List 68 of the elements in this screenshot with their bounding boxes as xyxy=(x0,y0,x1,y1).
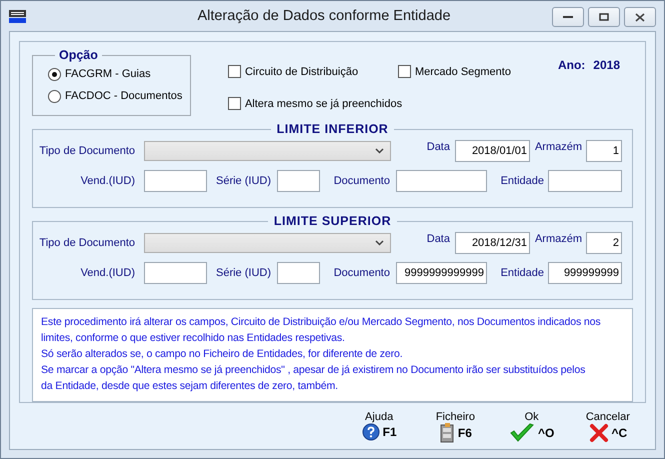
shortcut-key: ^O xyxy=(538,426,554,440)
field-label: Armazém xyxy=(534,141,582,153)
help-icon xyxy=(362,423,380,441)
info-text: da Entidade, desde que estes sejam diferentes de zero, também. xyxy=(41,379,338,393)
field-label: Vend.(IUD) xyxy=(80,267,135,279)
field-label: Tipo de Documento xyxy=(38,145,135,157)
warehouse-field[interactable]: 2 xyxy=(586,232,622,254)
group-title: LIMITE SUPERIOR xyxy=(272,214,392,228)
field-label: Armazém xyxy=(534,233,582,245)
info-text: limites, conforme o que estiver recolhido nas Entidades respetivas. xyxy=(41,331,345,345)
year-value: 2018 xyxy=(593,58,620,72)
radio-option[interactable]: FACDOC - Documentos xyxy=(48,88,190,104)
window-title: Alteração de Dados conforme Entidade xyxy=(196,8,452,24)
button-label: Cancelar xyxy=(586,411,630,423)
toolbar-button[interactable]: Cancelar ^C xyxy=(570,411,646,443)
shortcut-key: F1 xyxy=(382,425,397,439)
button-label: Ajuda xyxy=(365,411,394,423)
maximize-icon xyxy=(599,13,609,21)
info-text: Este procedimento irá alterar os campos, Circuito de Distribuição e/ou Mercado Segmento, nos Documentos indicados nos xyxy=(41,315,601,329)
field-label: Vend.(IUD) xyxy=(80,175,135,187)
checkbox-option[interactable]: Circuito de Distribuição xyxy=(228,64,398,79)
date-field[interactable]: 2018/12/31 xyxy=(455,232,530,254)
group-title: Opção xyxy=(58,48,99,62)
group-title: LIMITE INFERIOR xyxy=(276,122,390,136)
check-icon xyxy=(508,423,535,443)
field-label: Série (IUD) xyxy=(214,175,271,187)
input-field[interactable] xyxy=(277,262,320,284)
input-field[interactable] xyxy=(396,170,487,192)
date-field[interactable]: 2018/01/01 xyxy=(455,140,530,162)
toolbar-button[interactable]: Ok ^O xyxy=(494,411,570,443)
shortcut-key: ^C xyxy=(612,426,628,440)
input-field[interactable] xyxy=(277,170,320,192)
input-field[interactable] xyxy=(144,262,207,284)
close-icon xyxy=(588,423,609,443)
document-type-select[interactable] xyxy=(144,233,391,253)
app-icon xyxy=(9,10,26,22)
toolbar-button[interactable]: Ficheiro F6 xyxy=(417,411,494,443)
field-label: Data xyxy=(426,141,450,153)
field-label: Documento xyxy=(332,267,390,279)
field-label: Data xyxy=(426,233,450,245)
button-label: Ficheiro xyxy=(436,411,475,423)
cabinet-icon xyxy=(438,423,455,443)
minimize-icon xyxy=(563,15,573,19)
warehouse-field[interactable]: 1 xyxy=(586,140,622,162)
field-label: Tipo de Documento xyxy=(38,237,135,249)
year-label: Ano: xyxy=(558,58,586,72)
field-label: Documento xyxy=(332,175,390,187)
document-type-select[interactable] xyxy=(144,141,391,161)
info-text: Se marcar a opção "Altera mesmo se já preenchidos" , apesar de já existirem no Documento irão ser substituídos pelos xyxy=(41,363,586,377)
close-icon xyxy=(635,12,645,22)
field-label: Entidade xyxy=(500,175,544,187)
shortcut-key: F6 xyxy=(458,426,472,440)
input-field[interactable]: 999999999 xyxy=(548,262,622,284)
toolbar-button[interactable]: Ajuda F1 xyxy=(341,411,418,443)
button-label: Ok xyxy=(524,411,539,423)
chevron-down-icon xyxy=(375,240,384,246)
input-field[interactable]: 9999999999999 xyxy=(396,262,487,284)
checkbox-option[interactable]: Mercado Segmento xyxy=(398,64,558,79)
input-field[interactable] xyxy=(548,170,622,192)
field-label: Entidade xyxy=(500,267,544,279)
info-text: Só serão alterados se, o campo no Ficheiro de Entidades, for diferente de zero. xyxy=(41,347,403,361)
input-field[interactable] xyxy=(144,170,207,192)
maximize-button[interactable] xyxy=(588,7,620,27)
minimize-button[interactable] xyxy=(552,7,584,27)
radio-option[interactable]: FACGRM - Guias xyxy=(48,66,190,82)
close-button[interactable] xyxy=(624,7,656,27)
chevron-down-icon xyxy=(375,148,384,154)
field-label: Série (IUD) xyxy=(214,267,271,279)
